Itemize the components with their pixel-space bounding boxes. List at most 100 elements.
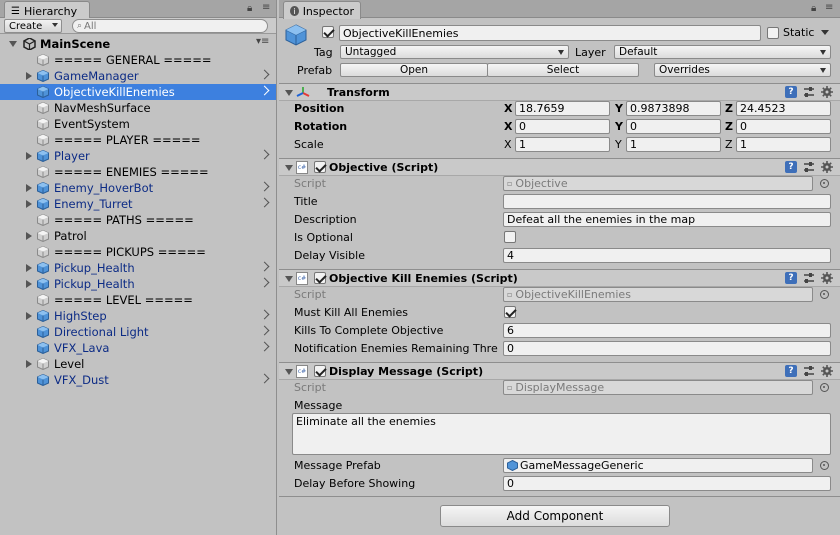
- open-prefab-arrow-icon[interactable]: [259, 373, 270, 384]
- tab-hierarchy[interactable]: ☰ Hierarchy: [4, 1, 90, 19]
- kills-to-complete-field[interactable]: 6: [503, 323, 831, 338]
- scene-row[interactable]: MainScene ▾≡: [0, 36, 276, 52]
- open-prefab-arrow-icon[interactable]: [259, 181, 270, 192]
- hierarchy-search-input[interactable]: ⌕ All: [72, 19, 268, 33]
- rotation-z-field[interactable]: 0: [736, 119, 831, 134]
- hierarchy-item[interactable]: Patrol: [0, 228, 276, 244]
- open-prefab-arrow-icon[interactable]: [259, 197, 270, 208]
- prefab-open-button[interactable]: Open: [340, 63, 488, 77]
- must-kill-checkbox[interactable]: [504, 306, 516, 318]
- scale-x-field[interactable]: 1: [515, 137, 610, 152]
- hierarchy-item[interactable]: ===== LEVEL =====: [0, 292, 276, 308]
- active-checkbox[interactable]: [322, 26, 334, 38]
- open-prefab-arrow-icon[interactable]: [259, 277, 270, 288]
- help-icon[interactable]: ?: [785, 365, 797, 377]
- expand-arrow-icon[interactable]: [26, 312, 32, 320]
- expand-arrow-icon[interactable]: [26, 232, 32, 240]
- hierarchy-item[interactable]: ===== PICKUPS =====: [0, 244, 276, 260]
- hierarchy-item[interactable]: GameManager: [0, 68, 276, 84]
- gear-icon[interactable]: [821, 161, 833, 173]
- foldout-arrow-icon[interactable]: [285, 369, 293, 375]
- expand-arrow-icon[interactable]: [26, 200, 32, 208]
- rotation-y-field[interactable]: 0: [626, 119, 721, 134]
- object-picker-icon[interactable]: [820, 290, 829, 299]
- position-y-field[interactable]: 0.9873898: [626, 101, 721, 116]
- presets-icon[interactable]: [803, 365, 815, 377]
- lock-icon[interactable]: 🔒︎: [247, 3, 252, 14]
- foldout-arrow-icon[interactable]: [285, 165, 293, 171]
- help-icon[interactable]: ?: [785, 86, 797, 98]
- scale-y-field[interactable]: 1: [626, 137, 721, 152]
- hierarchy-item[interactable]: ===== PLAYER =====: [0, 132, 276, 148]
- hierarchy-item[interactable]: ObjectiveKillEnemies: [0, 84, 276, 100]
- hierarchy-item[interactable]: NavMeshSurface: [0, 100, 276, 116]
- foldout-arrow-icon[interactable]: [285, 276, 293, 282]
- notification-threshold-field[interactable]: 0: [503, 341, 831, 356]
- position-x-field[interactable]: 18.7659: [515, 101, 610, 116]
- gear-icon[interactable]: [821, 86, 833, 98]
- expand-arrow-icon[interactable]: [26, 152, 32, 160]
- hierarchy-item[interactable]: ===== PATHS =====: [0, 212, 276, 228]
- gear-icon[interactable]: [821, 272, 833, 284]
- open-prefab-arrow-icon[interactable]: [259, 341, 270, 352]
- scale-z-field[interactable]: 1: [736, 137, 831, 152]
- expand-arrow-icon[interactable]: [26, 184, 32, 192]
- hierarchy-item[interactable]: Player: [0, 148, 276, 164]
- hierarchy-item[interactable]: ===== ENEMIES =====: [0, 164, 276, 180]
- static-checkbox[interactable]: [767, 27, 779, 39]
- layer-dropdown[interactable]: Default: [614, 45, 831, 59]
- hierarchy-item[interactable]: EventSystem: [0, 116, 276, 132]
- panel-menu-icon[interactable]: ≡: [825, 2, 833, 13]
- expand-arrow-icon[interactable]: [26, 280, 32, 288]
- hierarchy-item[interactable]: Directional Light: [0, 324, 276, 340]
- prefab-select-button[interactable]: Select: [487, 63, 639, 77]
- objective-enabled-checkbox[interactable]: [314, 161, 326, 173]
- display-message-script-header[interactable]: c# Display Message (Script): [279, 362, 840, 380]
- position-z-field[interactable]: 24.4523: [736, 101, 831, 116]
- open-prefab-arrow-icon[interactable]: [259, 85, 270, 96]
- open-prefab-arrow-icon[interactable]: [259, 149, 270, 160]
- help-icon[interactable]: ?: [785, 161, 797, 173]
- object-picker-icon[interactable]: [820, 461, 829, 470]
- open-prefab-arrow-icon[interactable]: [259, 325, 270, 336]
- object-picker-icon[interactable]: [820, 179, 829, 188]
- tag-dropdown[interactable]: Untagged: [340, 45, 569, 59]
- hierarchy-item[interactable]: VFX_Lava: [0, 340, 276, 356]
- open-prefab-arrow-icon[interactable]: [259, 261, 270, 272]
- presets-icon[interactable]: [803, 86, 815, 98]
- hierarchy-item[interactable]: Enemy_Turret: [0, 196, 276, 212]
- hierarchy-item[interactable]: Level: [0, 356, 276, 372]
- scene-menu-icon[interactable]: ▾≡: [256, 36, 269, 47]
- object-name-field[interactable]: ObjectiveKillEnemies: [339, 25, 761, 41]
- transform-header[interactable]: Transform: [279, 83, 840, 101]
- presets-icon[interactable]: [803, 161, 815, 173]
- hierarchy-item[interactable]: ===== GENERAL =====: [0, 52, 276, 68]
- description-field[interactable]: Defeat all the enemies in the map: [503, 212, 831, 227]
- create-dropdown[interactable]: Create: [4, 19, 62, 33]
- lock-icon[interactable]: 🔒︎: [811, 3, 816, 14]
- hierarchy-item[interactable]: Enemy_HoverBot: [0, 180, 276, 196]
- gear-icon[interactable]: [821, 365, 833, 377]
- display-message-enabled-checkbox[interactable]: [314, 365, 326, 377]
- is-optional-checkbox[interactable]: [504, 231, 516, 243]
- expand-arrow-icon[interactable]: [26, 72, 32, 80]
- panel-menu-icon[interactable]: ≡: [262, 2, 270, 13]
- presets-icon[interactable]: [803, 272, 815, 284]
- help-icon[interactable]: ?: [785, 272, 797, 284]
- object-picker-icon[interactable]: [820, 383, 829, 392]
- message-textarea[interactable]: Eliminate all the enemies: [292, 413, 831, 455]
- delay-visible-field[interactable]: 4: [503, 248, 831, 263]
- expand-arrow-icon[interactable]: [9, 41, 17, 47]
- hierarchy-item[interactable]: Pickup_Health: [0, 260, 276, 276]
- expand-arrow-icon[interactable]: [26, 264, 32, 272]
- hierarchy-item[interactable]: VFX_Dust: [0, 372, 276, 388]
- expand-arrow-icon[interactable]: [26, 360, 32, 368]
- open-prefab-arrow-icon[interactable]: [259, 309, 270, 320]
- kill-enemies-enabled-checkbox[interactable]: [314, 272, 326, 284]
- prefab-overrides-dropdown[interactable]: Overrides: [654, 63, 831, 77]
- foldout-arrow-icon[interactable]: [285, 90, 293, 96]
- objective-title-field[interactable]: [503, 194, 831, 209]
- add-component-button[interactable]: Add Component: [440, 505, 670, 527]
- rotation-x-field[interactable]: 0: [515, 119, 610, 134]
- objective-script-header[interactable]: c# Objective (Script): [279, 158, 840, 176]
